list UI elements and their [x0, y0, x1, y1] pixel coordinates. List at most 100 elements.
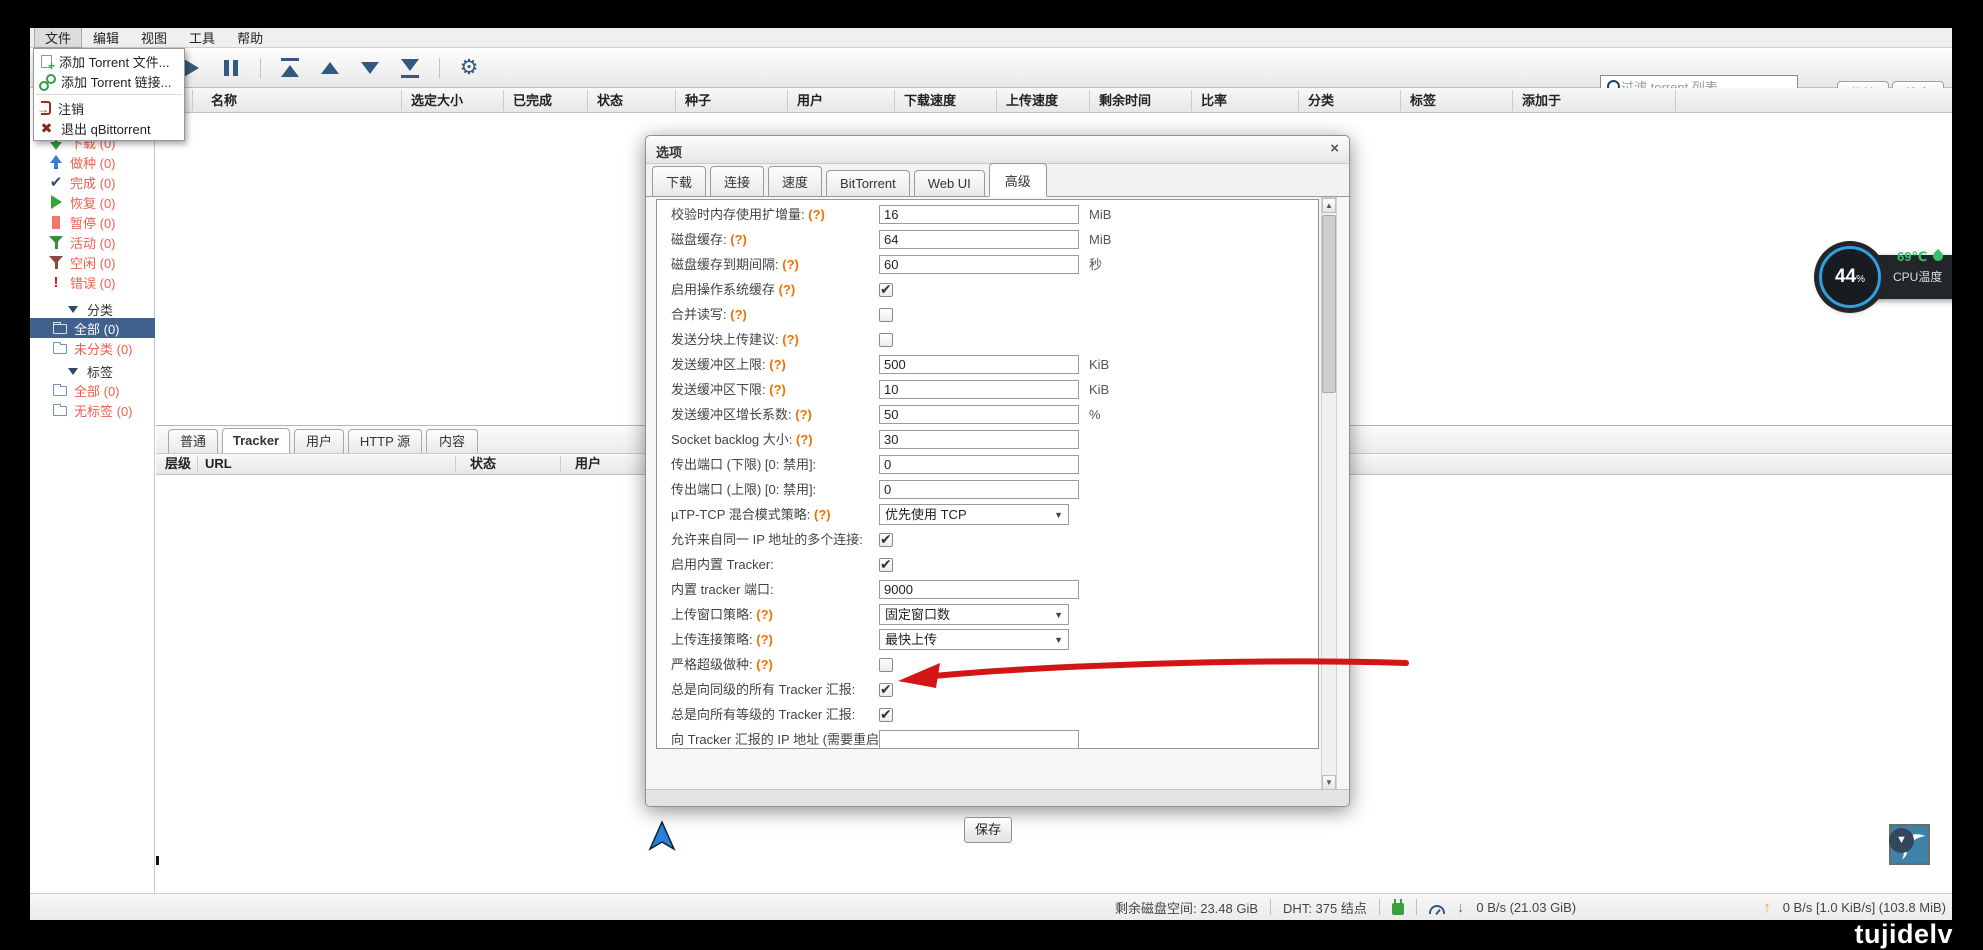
sidebar-filter-6[interactable]: 暂停 (0)	[30, 212, 155, 232]
sidebar-category-2[interactable]: 未分类 (0)	[30, 338, 155, 358]
options-button[interactable]: ⚙	[458, 57, 480, 79]
options-tab-web-ui[interactable]: Web UI	[914, 170, 985, 196]
option-checkbox[interactable]	[879, 533, 893, 547]
column-header-4[interactable]: 状态	[597, 88, 623, 113]
column-header-12[interactable]: 标签	[1410, 88, 1436, 113]
option-select[interactable]: 最快上传▼	[879, 629, 1069, 650]
option-input[interactable]	[879, 480, 1079, 499]
menu-item-1[interactable]: 添加 Torrent 文件...	[34, 51, 184, 71]
options-tab-连接[interactable]: 连接	[710, 166, 764, 196]
sidebar-group-category[interactable]: 分类	[30, 300, 155, 318]
move-top-button[interactable]	[279, 57, 301, 79]
option-input[interactable]	[879, 580, 1079, 599]
column-header-13[interactable]: 添加于	[1522, 88, 1561, 113]
menu-item[interactable]: 帮助	[226, 28, 274, 48]
help-icon[interactable]: (?)	[810, 507, 830, 522]
dialog-scrollbar[interactable]: ▲ ▼	[1321, 197, 1337, 791]
tracker-column-1[interactable]: 层级	[165, 454, 191, 474]
option-checkbox[interactable]	[879, 308, 893, 322]
dialog-titlebar[interactable]: 选项 ×	[646, 136, 1349, 164]
sidebar-filter-4[interactable]: ✔完成 (0)	[30, 172, 155, 192]
options-tab-下载[interactable]: 下载	[652, 166, 706, 196]
column-header-2[interactable]: 选定大小	[411, 88, 463, 113]
options-tab-速度[interactable]: 速度	[768, 166, 822, 196]
column-header-6[interactable]: 用户	[797, 88, 823, 113]
option-input[interactable]	[879, 405, 1079, 424]
help-icon[interactable]: (?)	[792, 432, 812, 447]
tracker-column-3[interactable]: 状态	[470, 454, 496, 474]
menu-item[interactable]: 工具	[178, 28, 226, 48]
close-icon[interactable]: ×	[1330, 140, 1339, 157]
option-select[interactable]: 优先使用 TCP▼	[879, 504, 1069, 525]
menu-item[interactable]: 编辑	[82, 28, 130, 48]
help-icon[interactable]: (?)	[792, 407, 812, 422]
option-input[interactable]	[879, 355, 1079, 374]
option-checkbox[interactable]	[879, 708, 893, 722]
option-input[interactable]	[879, 430, 1079, 449]
scroll-up-icon[interactable]: ▲	[1322, 198, 1336, 213]
column-header-9[interactable]: 剩余时间	[1099, 88, 1151, 113]
option-input[interactable]	[879, 255, 1079, 274]
details-tab-用户[interactable]: 用户	[294, 429, 344, 453]
menu-item-2[interactable]: 添加 Torrent 链接...	[34, 71, 184, 91]
options-tab-高级[interactable]: 高级	[989, 163, 1047, 197]
sidebar-filter-5[interactable]: 恢复 (0)	[30, 192, 155, 212]
column-header-7[interactable]: 下载速度	[904, 88, 956, 113]
sidebar-group-tag[interactable]: 标签	[30, 362, 155, 380]
option-checkbox[interactable]	[879, 283, 893, 297]
sidebar-filter-9[interactable]: !错误 (0)	[30, 272, 155, 292]
option-select[interactable]: 固定窗口数▼	[879, 604, 1069, 625]
option-checkbox[interactable]	[879, 333, 893, 347]
details-tab-tracker[interactable]: Tracker	[222, 428, 290, 453]
tracker-column-2[interactable]: URL	[205, 454, 232, 474]
column-header-1[interactable]: 名称	[211, 88, 237, 113]
speed-limits-icon[interactable]	[1429, 905, 1445, 914]
sidebar-filter-7[interactable]: 活动 (0)	[30, 232, 155, 252]
sidebar-filter-3[interactable]: 做种 (0)	[30, 152, 155, 172]
option-input[interactable]	[879, 205, 1079, 224]
help-icon[interactable]: (?)	[753, 632, 773, 647]
menu-item[interactable]: 视图	[130, 28, 178, 48]
pause-button[interactable]	[220, 57, 242, 79]
column-header-11[interactable]: 分类	[1308, 88, 1334, 113]
help-icon[interactable]: (?)	[766, 382, 786, 397]
help-icon[interactable]: (?)	[753, 657, 773, 672]
help-icon[interactable]: (?)	[805, 207, 825, 222]
help-icon[interactable]: (?)	[727, 307, 747, 322]
panel-resize-handle[interactable]	[156, 856, 159, 865]
help-icon[interactable]: (?)	[753, 607, 773, 622]
options-tab-bittorrent[interactable]: BitTorrent	[826, 170, 910, 196]
tracker-column-4[interactable]: 用户	[575, 454, 601, 474]
column-header-8[interactable]: 上传速度	[1006, 88, 1058, 113]
help-icon[interactable]: (?)	[775, 282, 795, 297]
option-input[interactable]	[879, 230, 1079, 249]
scroll-down-icon[interactable]: ▼	[1322, 775, 1336, 790]
sidebar-tag-1[interactable]: 全部 (0)	[30, 380, 155, 400]
sidebar-category-1[interactable]: 全部 (0)	[30, 318, 155, 338]
move-down-button[interactable]	[359, 57, 381, 79]
column-header-10[interactable]: 比率	[1201, 88, 1227, 113]
option-input[interactable]	[879, 730, 1079, 749]
column-header-5[interactable]: 种子	[685, 88, 711, 113]
option-checkbox[interactable]	[879, 558, 893, 572]
help-icon[interactable]: (?)	[779, 257, 799, 272]
menu-file-open[interactable]: 文件	[34, 28, 82, 48]
help-icon[interactable]: (?)	[727, 232, 747, 247]
move-up-button[interactable]	[319, 57, 341, 79]
details-tab-普通[interactable]: 普通	[168, 429, 218, 453]
option-input[interactable]	[879, 380, 1079, 399]
collapse-panel-button[interactable]: ▼	[1889, 828, 1914, 853]
scrollbar-thumb[interactable]	[1322, 215, 1336, 393]
menu-item-4[interactable]: 注销	[34, 98, 184, 118]
option-input[interactable]	[879, 455, 1079, 474]
torrent-table-header[interactable]: 名称 选定大小 已完成 状态 种子 用户 下载速度 上传速度 剩余时间 比率 分类 标签 添加于	[156, 88, 1952, 113]
help-icon[interactable]: (?)	[779, 332, 799, 347]
move-bottom-button[interactable]	[399, 57, 421, 79]
column-header-3[interactable]: 已完成	[513, 88, 552, 113]
save-button[interactable]: 保存	[964, 817, 1012, 843]
sidebar-tag-2[interactable]: 无标签 (0)	[30, 400, 155, 420]
help-icon[interactable]: (?)	[766, 357, 786, 372]
menu-item-5[interactable]: ✖退出 qBittorrent	[34, 118, 184, 138]
details-tab-http 源[interactable]: HTTP 源	[348, 429, 422, 453]
connection-status-icon[interactable]	[1392, 903, 1404, 915]
